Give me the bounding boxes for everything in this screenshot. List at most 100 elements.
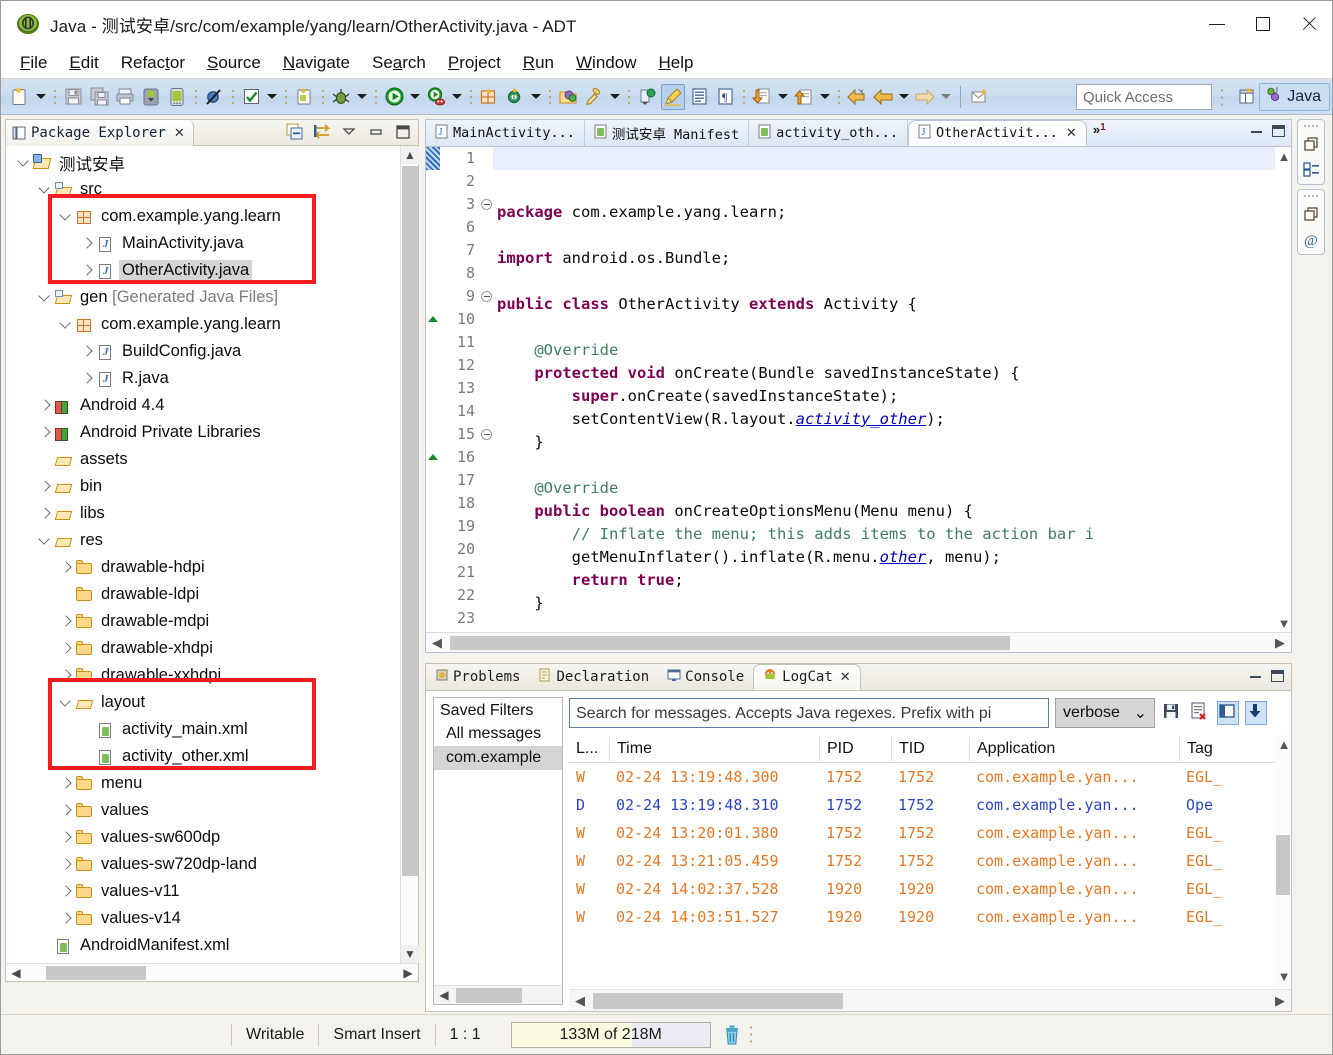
pin-editor-icon[interactable]: [968, 84, 992, 110]
minimize-icon[interactable]: [1251, 130, 1262, 133]
print-icon[interactable]: [113, 84, 137, 110]
outline-at-icon[interactable]: @: [1303, 231, 1320, 249]
tree-item[interactable]: BuildConfig.java: [6, 338, 400, 365]
menu-item-edit[interactable]: Edit: [58, 51, 109, 75]
fold-collapse-icon[interactable]: [481, 291, 492, 302]
column-header[interactable]: PID: [819, 736, 891, 761]
fold-cell[interactable]: [480, 469, 493, 492]
new-android-project-icon[interactable]: [292, 84, 316, 110]
scroll-down-arrow[interactable]: ▼: [1275, 614, 1293, 632]
table-row[interactable]: W 02-24 13:19:48.300 1752 1752 com.example.y…: [569, 763, 1291, 791]
close-button[interactable]: [1286, 1, 1332, 47]
minimize-button[interactable]: [1194, 1, 1240, 47]
chevron-right-icon[interactable]: [37, 424, 54, 441]
column-header[interactable]: TID: [891, 736, 969, 761]
package-explorer-icon[interactable]: [1302, 161, 1320, 178]
fold-cell[interactable]: [480, 400, 493, 423]
open-type-icon[interactable]: [556, 84, 580, 110]
tree-item[interactable]: gen [Generated Java Files]: [6, 284, 400, 311]
log-level-select[interactable]: verbose ⌄: [1055, 698, 1155, 728]
tree-item[interactable]: com.example.yang.learn: [6, 311, 400, 338]
forward-dropdown[interactable]: [938, 84, 954, 110]
logcat-vertical-scrollbar[interactable]: ▲ ▼: [1275, 735, 1291, 985]
fold-cell[interactable]: [480, 446, 493, 469]
fold-cell[interactable]: [480, 492, 493, 515]
previous-edit-dropdown[interactable]: [817, 84, 833, 110]
open-perspective-icon[interactable]: [1238, 87, 1260, 107]
package-explorer-horizontal-scrollbar[interactable]: ◀ ▶: [6, 963, 418, 981]
run-icon[interactable]: [382, 84, 406, 110]
scroll-up-arrow[interactable]: ▲: [1275, 147, 1293, 165]
next-edit-location-icon[interactable]: [750, 84, 774, 110]
debug-icon[interactable]: [329, 84, 353, 110]
scroll-down-arrow[interactable]: ▼: [1275, 967, 1293, 985]
logcat-table[interactable]: L... Time PID TID Application Tag W 02-24 13:1…: [569, 735, 1291, 985]
next-edit-dropdown[interactable]: [775, 84, 791, 110]
menu-item-help[interactable]: Help: [647, 51, 704, 75]
bottom-view-tab[interactable]: Problems: [426, 664, 529, 690]
fold-cell[interactable]: [480, 170, 493, 193]
chevron-right-icon[interactable]: [58, 856, 75, 873]
folding-gutter[interactable]: [480, 147, 493, 632]
tree-item[interactable]: OtherActivity.java: [6, 257, 400, 284]
chevron-right-icon[interactable]: [79, 235, 96, 252]
build-all-icon[interactable]: [239, 84, 263, 110]
fold-cell[interactable]: [480, 147, 493, 170]
chevron-down-icon[interactable]: [58, 694, 75, 711]
more-tabs-button[interactable]: » 1: [1087, 120, 1110, 146]
back-history-icon[interactable]: [871, 84, 895, 110]
logcat-search-input[interactable]: Search for messages. Accepts Java regexe…: [569, 698, 1049, 728]
menu-item-source[interactable]: Source: [196, 51, 272, 75]
tree-item[interactable]: R.java: [6, 365, 400, 392]
chevron-right-icon[interactable]: [37, 478, 54, 495]
tree-item[interactable]: res: [6, 527, 400, 554]
fold-cell[interactable]: [480, 308, 493, 331]
logcat-table-rows[interactable]: W 02-24 13:19:48.300 1752 1752 com.example.y…: [569, 763, 1291, 931]
tree-item[interactable]: values-v14: [6, 905, 400, 932]
fold-cell[interactable]: [480, 584, 493, 607]
android-sdk-manager-icon[interactable]: [139, 84, 163, 110]
scroll-right-arrow[interactable]: ▶: [398, 964, 418, 982]
table-row[interactable]: W 02-24 14:03:51.527 1920 1920 com.example.y…: [569, 903, 1291, 931]
android-avd-manager-icon[interactable]: [165, 84, 189, 110]
back-dropdown[interactable]: [896, 84, 912, 110]
forward-icon[interactable]: [913, 84, 937, 110]
chevron-right-icon[interactable]: [58, 802, 75, 819]
new-wizard-dropdown[interactable]: [33, 84, 49, 110]
bottom-view-tab[interactable]: LogCat ✕: [753, 664, 861, 690]
fold-collapse-icon[interactable]: [481, 429, 492, 440]
outline-restore-bar[interactable]: @: [1297, 189, 1325, 255]
menu-item-run[interactable]: Run: [512, 51, 565, 75]
editor-tab[interactable]: J OtherActivit... ✕: [908, 120, 1087, 146]
heap-status-indicator[interactable]: 133M of 218M: [510, 1021, 711, 1048]
collapse-all-icon[interactable]: [286, 123, 304, 141]
fold-cell[interactable]: [480, 262, 493, 285]
drag-grip[interactable]: [1303, 124, 1319, 128]
fold-cell[interactable]: [480, 285, 493, 308]
bottom-view-tab[interactable]: Console: [658, 664, 753, 690]
run-dropdown[interactable]: [407, 84, 423, 110]
tree-item[interactable]: drawable-xhdpi: [6, 635, 400, 662]
column-header[interactable]: Tag: [1179, 736, 1239, 761]
maximize-icon[interactable]: [1272, 125, 1285, 137]
chevron-right-icon[interactable]: [58, 829, 75, 846]
saved-filters-list[interactable]: All messages com.example: [434, 722, 562, 770]
build-dropdown[interactable]: [264, 84, 280, 110]
chevron-down-icon[interactable]: [37, 181, 54, 198]
tree-item[interactable]: drawable-xxhdpi: [6, 662, 400, 689]
tree-item[interactable]: AndroidManifest.xml: [6, 932, 400, 959]
tab-package-explorer[interactable]: Package Explorer ✕: [6, 120, 194, 146]
fold-cell[interactable]: [480, 607, 493, 630]
menu-item-window[interactable]: Window: [565, 51, 647, 75]
view-menu-icon[interactable]: [340, 123, 358, 141]
tree-item[interactable]: activity_main.xml: [6, 716, 400, 743]
tree-item[interactable]: bin: [6, 473, 400, 500]
run-external-dropdown[interactable]: [449, 84, 465, 110]
fold-cell[interactable]: [480, 239, 493, 262]
chevron-down-icon[interactable]: [37, 532, 54, 549]
garbage-collect-icon[interactable]: [721, 1023, 743, 1047]
previous-edit-location-icon[interactable]: [792, 84, 816, 110]
tree-item[interactable]: Android 4.4: [6, 392, 400, 419]
fold-cell[interactable]: [480, 377, 493, 400]
scroll-left-arrow[interactable]: ◀: [6, 964, 26, 982]
